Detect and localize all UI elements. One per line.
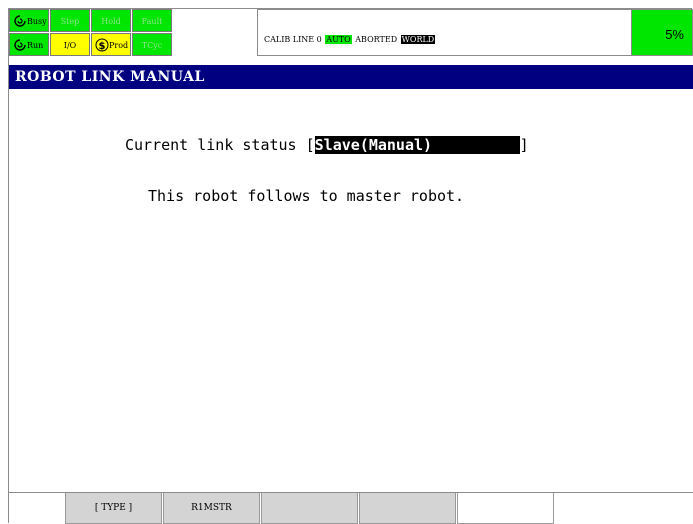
run-label: Run [27,41,44,50]
execution-state: ABORTED [355,35,398,44]
dollar-icon: $ [95,38,109,52]
mode-badge: AUTO [325,35,352,44]
prod-label: Prod [109,41,129,50]
busy-label: Busy [27,17,47,26]
program-name: CALIB LINE 0 [264,35,322,44]
link-status-field[interactable]: Slave(Manual) [314,136,520,154]
svg-text:$: $ [99,41,106,52]
io-indicator: I/O [50,33,90,56]
prod-indicator: $ Prod [91,33,131,56]
f3-key[interactable] [261,493,358,524]
hold-label: Hold [101,17,121,26]
f1-type-key[interactable]: [ TYPE ] [65,493,162,524]
tcyc-label: TCyc [141,41,163,50]
link-status-suffix: ] [519,136,529,154]
f4-key[interactable] [359,493,456,524]
coord-frame-badge: WORLD [400,35,436,44]
teach-pendant-screen: Busy Step Hold Fault Run I/O $ Prod TCyc… [8,8,693,524]
io-label: I/O [63,41,77,50]
busy-icon [14,15,26,27]
link-status-line: Current link status [Slave(Manual)] [125,136,529,154]
run-indicator: Run [9,33,49,56]
run-icon [14,39,26,51]
function-key-bar: [ TYPE ] R1MSTR [9,492,693,524]
f5-key[interactable] [457,493,554,524]
f2-r1mstr-key[interactable]: R1MSTR [163,493,260,524]
override-value: 5% [665,27,684,42]
fault-indicator: Fault [132,9,172,32]
prompt-status-bar: CALIB LINE 0 AUTO ABORTED WORLD [257,9,637,56]
hold-indicator: Hold [91,9,131,32]
step-indicator: Step [50,9,90,32]
fault-label: Fault [141,17,163,26]
status-message: This robot follows to master robot. [148,187,465,205]
step-label: Step [60,17,80,26]
screen-title: ROBOT LINK MANUAL [9,65,693,89]
prompt-line: CALIB LINE 0 AUTO ABORTED WORLD [263,35,436,44]
speed-override[interactable]: 5% [631,9,693,56]
link-status-prefix: Current link status [ [125,136,315,154]
tcyc-indicator: TCyc [132,33,172,56]
busy-indicator: Busy [9,9,49,32]
